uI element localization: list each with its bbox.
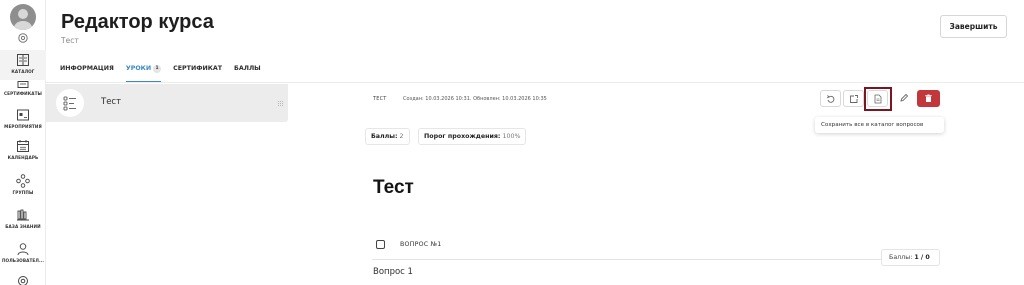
drag-handle-icon[interactable] <box>277 100 284 107</box>
highlight-frame <box>864 87 892 111</box>
threshold-label: Порог прохождения: <box>424 133 501 140</box>
question-divider <box>372 259 940 260</box>
left-nav: КАТАЛОГ СЕРТИФИКАТЫ МЕРОПРИЯТИЯ КАЛЕНДАР… <box>0 0 46 285</box>
threshold-value: 100% <box>502 133 521 140</box>
lesson-type: ТЕСТ <box>373 96 387 102</box>
tab-label: УРОКИ <box>125 65 152 72</box>
history-button[interactable] <box>820 90 841 107</box>
lesson-dates: Создан: 10.03.2026 10:31. Обновлен: 10.0… <box>403 96 547 102</box>
test-icon <box>56 89 84 117</box>
tab-bar: ИНФОРМАЦИЯ УРОКИ 1 СЕРТИФИКАТ БАЛЛЫ <box>60 59 273 83</box>
sidebar-item-label: КАТАЛОГ <box>11 69 35 74</box>
knowledge-base-icon <box>17 209 29 221</box>
sidebar-item-users[interactable]: ПОЛЬЗОВАТЕЛ... <box>0 242 46 263</box>
question-text: Вопрос 1 <box>373 267 413 277</box>
sidebar-item-label: БАЗА ЗНАНИЙ <box>5 224 41 229</box>
sidebar-item-label: ГРУППЫ <box>12 190 34 195</box>
tab-lessons[interactable]: УРОКИ 1 <box>125 59 167 83</box>
export-icon <box>850 95 858 103</box>
sidebar-item-label: КАЛЕНДАРЬ <box>7 155 39 160</box>
groups-icon <box>16 174 30 188</box>
tab-label: СЕРТИФИКАТ <box>173 65 223 72</box>
catalog-icon <box>17 54 29 66</box>
score-value: 2 <box>399 133 404 140</box>
sidebar-item-knowledge-base[interactable]: БАЗА ЗНАНИЙ <box>0 208 46 229</box>
page-title: Редактор курса <box>61 11 214 33</box>
sidebar-item-groups[interactable]: ГРУППЫ <box>0 174 46 195</box>
sidebar-item-certificates[interactable]: СЕРТИФИКАТЫ <box>0 81 46 96</box>
points-value: 1 / 0 <box>914 254 930 261</box>
settings-icon[interactable] <box>17 275 29 285</box>
sidebar-item-events[interactable]: МЕРОПРИЯТИЯ <box>0 108 46 129</box>
lesson-list-item[interactable]: Тест <box>46 84 288 122</box>
lesson-title: Тест <box>373 177 414 198</box>
question-points-badge: Баллы: 1 / 0 <box>881 249 940 266</box>
gear-icon[interactable] <box>17 32 29 44</box>
tabs-divider <box>46 82 1024 83</box>
export-button[interactable] <box>843 90 864 107</box>
finish-button[interactable]: Завершить <box>940 15 1007 38</box>
events-icon <box>17 109 29 121</box>
sidebar-item-label: ПОЛЬЗОВАТЕЛ... <box>1 258 45 263</box>
points-label: Баллы: <box>889 254 913 261</box>
sidebar-item-label: МЕРОПРИЯТИЯ <box>4 124 42 129</box>
certificate-icon <box>17 81 29 88</box>
course-name: Тест <box>61 36 79 45</box>
tab-certificate[interactable]: СЕРТИФИКАТ <box>173 59 228 83</box>
sidebar-item-catalog[interactable]: КАТАЛОГ <box>0 50 46 80</box>
tab-points[interactable]: БАЛЛЫ <box>234 59 267 83</box>
lesson-name: Тест <box>101 97 122 107</box>
sidebar-item-calendar[interactable]: КАЛЕНДАРЬ <box>0 139 46 160</box>
tab-label: ИНФОРМАЦИЯ <box>60 65 114 72</box>
question-checkbox[interactable] <box>376 240 385 249</box>
score-label: Баллы: <box>371 133 398 140</box>
score-chip: Баллы: 2 <box>365 128 410 145</box>
delete-button[interactable] <box>917 90 940 107</box>
pass-threshold-chip: Порог прохождения: 100% <box>418 128 527 145</box>
tooltip: Сохранить все в каталог вопросов <box>815 117 944 133</box>
users-icon <box>17 243 29 256</box>
edit-button[interactable] <box>896 90 912 107</box>
lessons-count-badge: 1 <box>153 65 162 73</box>
question-number: ВОПРОС №1 <box>400 241 442 248</box>
avatar[interactable] <box>10 4 36 30</box>
tab-label: БАЛЛЫ <box>234 65 261 72</box>
calendar-icon <box>17 140 29 152</box>
tab-information[interactable]: ИНФОРМАЦИЯ <box>60 59 120 83</box>
sidebar-item-label: СЕРТИФИКАТЫ <box>4 91 42 96</box>
pencil-icon <box>900 93 909 102</box>
trash-icon <box>925 94 932 102</box>
undo-icon <box>827 95 835 103</box>
